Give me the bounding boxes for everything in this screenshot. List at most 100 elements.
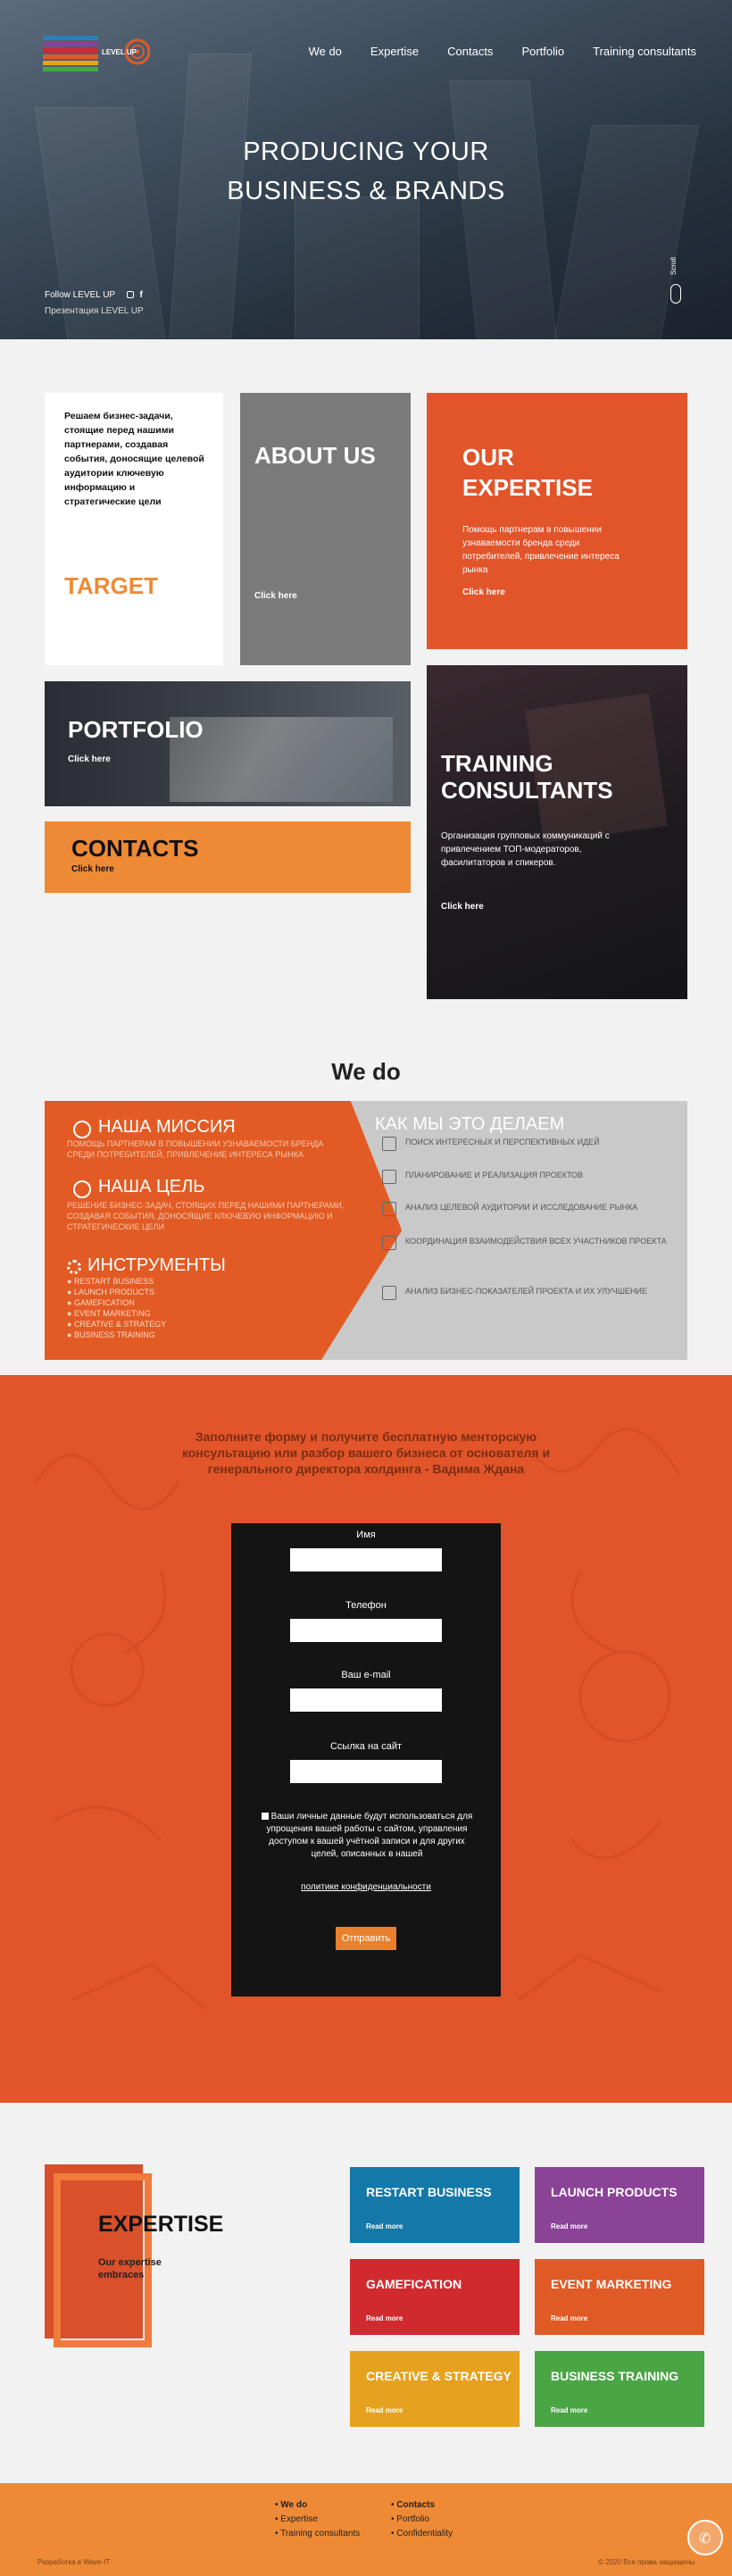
target-text: Решаем бизнес-задачи, стоящие перед наши… (64, 411, 204, 507)
read-more-link[interactable]: Read more (551, 2406, 587, 2414)
goal-title: Наша цель (98, 1177, 205, 1196)
email-label: Ваш e-mail (341, 1670, 391, 1680)
contacts-title: CONTACTS (71, 835, 199, 862)
goal-text: Решение бизнес-задач, стоящих перед наши… (67, 1201, 345, 1231)
how-item: Координация взаимодействия всех участник… (382, 1236, 668, 1250)
how-item: Планирование и реализация проектов (382, 1170, 668, 1184)
hero-title-line1: PRODUCING YOUR (243, 138, 489, 166)
scroll-indicator[interactable]: Scroll (668, 254, 686, 307)
portfolio-link[interactable]: Click here (68, 754, 111, 764)
expertise-tile-title: EVENT MARKETING (551, 2277, 672, 2291)
expertise-tile-launch[interactable]: LAUNCH PRODUCTS Read more (535, 2167, 704, 2243)
email-input[interactable] (290, 1688, 442, 1712)
how-item: Анализ бизнес-показателей проекта и их у… (382, 1286, 668, 1300)
tile-about-us[interactable]: ABOUT US Click here (240, 393, 411, 665)
expertise-text: Помощь партнерам в повышении узнаваемост… (462, 525, 620, 575)
expertise-tile-title: GAMEFICATION (366, 2277, 462, 2291)
analysis-icon (382, 1286, 396, 1300)
read-more-link[interactable]: Read more (366, 2406, 403, 2414)
footer-link-we-do[interactable]: • We do (275, 2500, 307, 2510)
expertise-tile-training[interactable]: BUSINESS TRAINING Read more (535, 2351, 704, 2427)
name-label: Имя (356, 1530, 376, 1540)
coordination-icon (382, 1236, 396, 1250)
footer-link-confidentiality[interactable]: • Confidentiality (391, 2529, 453, 2538)
tool-item: ● Creative & strategy (67, 1320, 167, 1329)
nav-training-consultants[interactable]: Training consultants (593, 45, 696, 58)
how-item: Анализ целевой аудитории и исследование … (382, 1202, 668, 1216)
tile-our-expertise[interactable]: OUR EXPERTISE Помощь партнерам в повышен… (427, 393, 687, 649)
developer-credit[interactable]: Разработка в Wave-IT (37, 2558, 110, 2566)
follow-label: Follow LEVEL UP (45, 290, 115, 300)
training-link[interactable]: Click here (441, 902, 484, 912)
target-title: TARGET (64, 572, 158, 599)
nav-expertise[interactable]: Expertise (370, 45, 419, 58)
expertise-tile-title: RESTART BUSINESS (366, 2185, 492, 2199)
tools-title: Инструменты (87, 1255, 226, 1275)
about-title: ABOUT US (254, 442, 376, 469)
expertise-title-line2: EXPERTISE (462, 474, 593, 501)
expertise-tile-creative[interactable]: CREATIVE & STRATEGY Read more (350, 2351, 520, 2427)
nav-contacts[interactable]: Contacts (447, 45, 493, 58)
main-nav: We do Expertise Contacts Portfolio Train… (280, 45, 696, 58)
tool-item: ● Restart business (67, 1277, 154, 1286)
submit-button[interactable]: Отправить (336, 1927, 396, 1950)
nav-portfolio[interactable]: Portfolio (521, 45, 564, 58)
mission-title: Наша миссия (98, 1117, 236, 1137)
expertise-tile-title: CREATIVE & STRATEGY (366, 2369, 512, 2383)
gear-icon (67, 1260, 81, 1274)
footer-link-portfolio[interactable]: • Portfolio (391, 2514, 429, 2524)
expertise-tile-restart[interactable]: RESTART BUSINESS Read more (350, 2167, 520, 2243)
contacts-link[interactable]: Click here (71, 864, 114, 874)
instagram-icon[interactable] (126, 291, 134, 299)
training-title-line2: CONSULTANTS (441, 777, 613, 804)
name-input[interactable] (290, 1548, 442, 1571)
footer-link-expertise[interactable]: • Expertise (275, 2514, 318, 2524)
expertise-tile-gamefication[interactable]: GAMEFICATION Read more (350, 2259, 520, 2335)
training-title-line1: TRAINING (441, 750, 553, 777)
mouse-icon (670, 284, 681, 304)
tool-item: ● Event marketing (67, 1309, 151, 1318)
tile-training-consultants[interactable]: TRAINING CONSULTANTS Организация группов… (427, 665, 687, 999)
presentation-link[interactable]: Презентация LEVEL UP (45, 306, 144, 316)
training-text: Организация групповых коммуникаций с при… (441, 831, 610, 868)
how-title: Как мы это делаем (375, 1114, 565, 1134)
expertise-heading: EXPERTISE (98, 2212, 224, 2237)
phone-icon: ✆ (699, 2531, 711, 2547)
portfolio-title: PORTFOLIO (68, 716, 204, 743)
form-heading: Заполните форму и получите бесплатную ме… (181, 1430, 551, 1476)
wedo-title: We do (331, 1058, 401, 1085)
tile-portfolio[interactable]: PORTFOLIO Click here (45, 681, 411, 806)
phone-input[interactable] (290, 1619, 442, 1642)
tile-target[interactable]: Решаем бизнес-задачи, стоящие перед наши… (45, 393, 223, 665)
copyright: © 2020 Все права защищены (598, 2558, 695, 2566)
phone-label: Телефон (345, 1600, 387, 1611)
read-more-link[interactable]: Read more (551, 2222, 587, 2230)
privacy-policy-link[interactable]: политике конфиденциальности (231, 1882, 501, 1892)
facebook-icon[interactable]: f (140, 290, 143, 300)
site-input[interactable] (290, 1760, 442, 1783)
expertise-tile-event[interactable]: EVENT MARKETING Read more (535, 2259, 704, 2335)
consent-text: Ваши личные данные будут использоваться … (254, 1811, 479, 1861)
audience-icon (382, 1202, 396, 1216)
logo-text: LEVEL UP (102, 48, 137, 56)
consent-checkbox[interactable] (261, 1813, 269, 1821)
how-item: Поиск интересных и перспективных идей (382, 1137, 668, 1151)
phone-call-button[interactable]: ✆ (687, 2520, 723, 2555)
hero-title-line2: BUSINESS & BRANDS (227, 177, 505, 205)
expertise-link[interactable]: Click here (462, 588, 505, 597)
follow-row: Follow LEVEL UP f (45, 290, 143, 300)
read-more-link[interactable]: Read more (366, 2222, 403, 2230)
read-more-link[interactable]: Read more (366, 2314, 403, 2322)
read-more-link[interactable]: Read more (551, 2314, 587, 2322)
logo[interactable]: LEVEL UP (43, 29, 151, 77)
footer-link-contacts[interactable]: • Contacts (391, 2500, 435, 2510)
nav-we-do[interactable]: We do (309, 45, 342, 58)
about-link[interactable]: Click here (254, 591, 297, 601)
planning-icon (382, 1170, 396, 1184)
hero-title: PRODUCING YOUR BUSINESS & BRANDS (0, 132, 732, 211)
idea-icon (382, 1137, 396, 1151)
tile-contacts[interactable]: CONTACTS Click here (45, 821, 411, 893)
tool-item: ● Launch products (67, 1288, 154, 1296)
footer-link-training[interactable]: • Training consultants (275, 2529, 360, 2538)
site-label: Ссылка на сайт (329, 1741, 403, 1752)
